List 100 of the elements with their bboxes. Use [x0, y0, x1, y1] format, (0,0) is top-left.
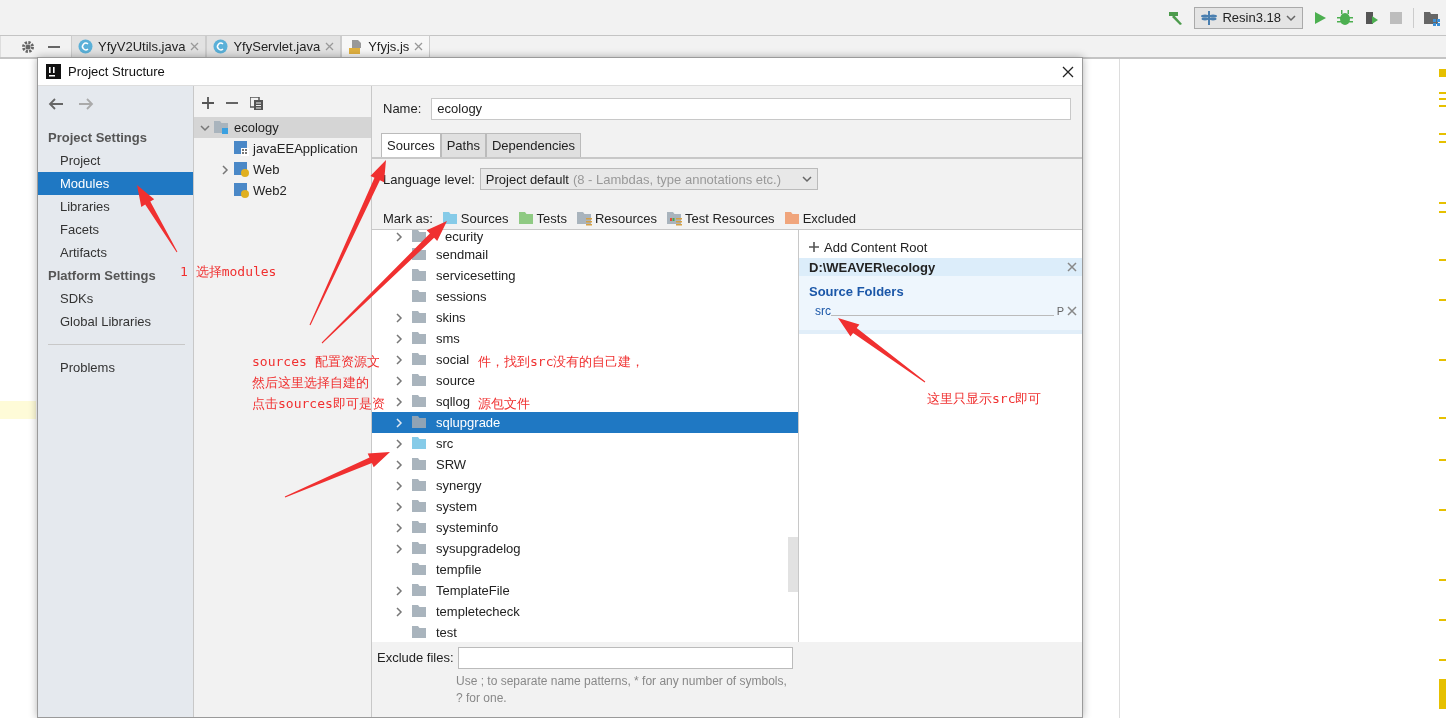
- chevron-icon: [801, 174, 812, 184]
- help-text: Use ; to separate name patterns, * for any number of symbols, ? for one.: [455, 673, 788, 707]
- add-content-root-button[interactable]: Add Content Root: [799, 230, 1082, 258]
- tree-item[interactable]: sysupgradelog: [394, 541, 521, 556]
- tree-item[interactable]: Web: [194, 159, 371, 180]
- tree-item[interactable]: sessions: [394, 289, 487, 304]
- sidebar-item[interactable]: Project: [38, 149, 193, 172]
- error-stripe-marker: [1439, 299, 1446, 301]
- folder-icon: [412, 289, 428, 304]
- error-stripe-marker: [1439, 133, 1446, 135]
- chevron-icon: [1286, 12, 1296, 23]
- tree-item[interactable]: ecology: [194, 117, 371, 138]
- folder-icon: [784, 210, 801, 226]
- close-icon[interactable]: [1062, 65, 1074, 78]
- error-stripe-marker: [1439, 141, 1446, 143]
- folder-icon: [412, 394, 428, 409]
- tree-item[interactable]: servicesetting: [394, 268, 516, 283]
- error-stripe-marker: [1439, 579, 1446, 581]
- tree-item[interactable]: SRW: [394, 457, 467, 472]
- error-stripe-marker: [1439, 211, 1446, 213]
- tree-item[interactable]: Web2: [194, 180, 371, 201]
- sidebar-item[interactable]: Facets: [38, 218, 193, 241]
- tree-item[interactable]: system: [394, 499, 478, 514]
- package-prefix-button[interactable]: P: [1056, 305, 1064, 317]
- folder-icon: [576, 210, 593, 226]
- tree-item[interactable]: javaEEApplication: [194, 138, 371, 159]
- dialog-title: Project Structure: [68, 64, 165, 79]
- sidebar-item[interactable]: Global Libraries: [38, 310, 193, 333]
- folder-icon: [412, 331, 428, 346]
- bug-icon[interactable]: [1337, 9, 1353, 26]
- name-field[interactable]: ecology: [431, 97, 1071, 120]
- error-stripe-marker: [1439, 105, 1446, 107]
- mark-as-option[interactable]: Excluded: [784, 210, 857, 226]
- mark-as-option[interactable]: Tests: [518, 210, 567, 226]
- sidebar-item[interactable]: Artifacts: [38, 241, 193, 264]
- folder-icon: [412, 415, 428, 430]
- language-level-dropdown[interactable]: Project default (8 - Lambdas, type annotations etc.): [479, 168, 818, 190]
- error-stripe-marker: [1439, 98, 1446, 100]
- class-icon: [78, 39, 93, 54]
- folder-icon: [412, 230, 428, 244]
- error-stripe-marker: [1439, 92, 1446, 94]
- tree-item[interactable]: sms: [394, 331, 460, 346]
- tree-item[interactable]: test: [394, 625, 457, 640]
- copy-icon[interactable]: [250, 96, 263, 110]
- tab[interactable]: Sources: [381, 133, 441, 157]
- add-icon: [809, 242, 819, 252]
- annotation-text: 这里只显示src即可: [927, 390, 1042, 408]
- web-module-icon: [234, 162, 249, 177]
- sidebar-item[interactable]: SDKs: [38, 287, 193, 310]
- run-configuration-dropdown[interactable]: Resin3.18: [1194, 6, 1303, 29]
- tree-item[interactable]: skins: [394, 310, 466, 325]
- tree-item[interactable]: source: [394, 373, 476, 388]
- tree-item[interactable]: social: [394, 352, 470, 367]
- tree-item[interactable]: templetecheck: [394, 604, 520, 619]
- mark-as-option[interactable]: Sources: [442, 210, 509, 226]
- sidebar-item[interactable]: Problems: [38, 356, 193, 379]
- annotation-text: 源包文件: [478, 395, 530, 413]
- mark-as-option[interactable]: Test Resources: [667, 210, 775, 226]
- tree-item[interactable]: tempfile: [394, 562, 482, 577]
- folder-icon: [412, 268, 428, 283]
- folder-icon: [412, 520, 428, 535]
- add-icon[interactable]: [202, 97, 214, 109]
- mark-as-option[interactable]: Resources: [576, 210, 658, 226]
- folder-icon: [412, 478, 428, 493]
- tab[interactable]: Dependencies: [485, 133, 582, 157]
- tree-item[interactable]: sqllog: [394, 394, 470, 409]
- sidebar-item[interactable]: Libraries: [38, 195, 193, 218]
- coverage-icon[interactable]: [1363, 9, 1379, 26]
- editor-tab[interactable]: Yfyjs.js: [341, 35, 431, 57]
- annotation-text: 然后这里选择自建的: [252, 374, 369, 392]
- editor-tab[interactable]: YfyV2Utils.java: [71, 35, 207, 57]
- error-stripe-marker: [1439, 417, 1446, 419]
- folder-icon: [518, 210, 535, 226]
- tree-item[interactable]: systeminfo: [394, 520, 499, 535]
- field-label: Name:: [383, 101, 422, 116]
- folder-icon: [412, 583, 428, 598]
- folder-icon: [412, 499, 428, 514]
- tree-item[interactable]: synergy: [394, 478, 482, 493]
- source-folder-link[interactable]: src: [815, 304, 831, 318]
- forward-arrow-icon[interactable]: [78, 98, 94, 110]
- exclude-files-field[interactable]: [457, 646, 793, 669]
- class-icon: [213, 39, 229, 54]
- hammer-icon[interactable]: [1168, 9, 1185, 26]
- gear-icon[interactable]: [21, 39, 35, 54]
- project-structure-icon[interactable]: [1424, 9, 1440, 26]
- tree-item[interactable]: ecurity: [394, 230, 484, 244]
- dragonfly-icon: [1201, 9, 1218, 26]
- field-label: Mark as:: [383, 210, 433, 226]
- tree-item[interactable]: TemplateFile: [394, 583, 510, 598]
- run-icon[interactable]: [1313, 10, 1327, 25]
- folder-icon: [214, 120, 230, 135]
- folder-icon: [412, 373, 428, 388]
- tree-item[interactable]: sqlupgrade: [372, 412, 798, 433]
- tree-item[interactable]: src: [394, 436, 454, 451]
- editor-tab[interactable]: YfyServlet.java: [206, 35, 342, 57]
- stop-icon[interactable]: [1389, 10, 1403, 25]
- annotation-text: 件，找到src没有的自己建，: [478, 353, 645, 371]
- back-arrow-icon[interactable]: [48, 98, 64, 110]
- sidebar-item[interactable]: Modules: [38, 172, 193, 195]
- tab[interactable]: Paths: [440, 133, 486, 157]
